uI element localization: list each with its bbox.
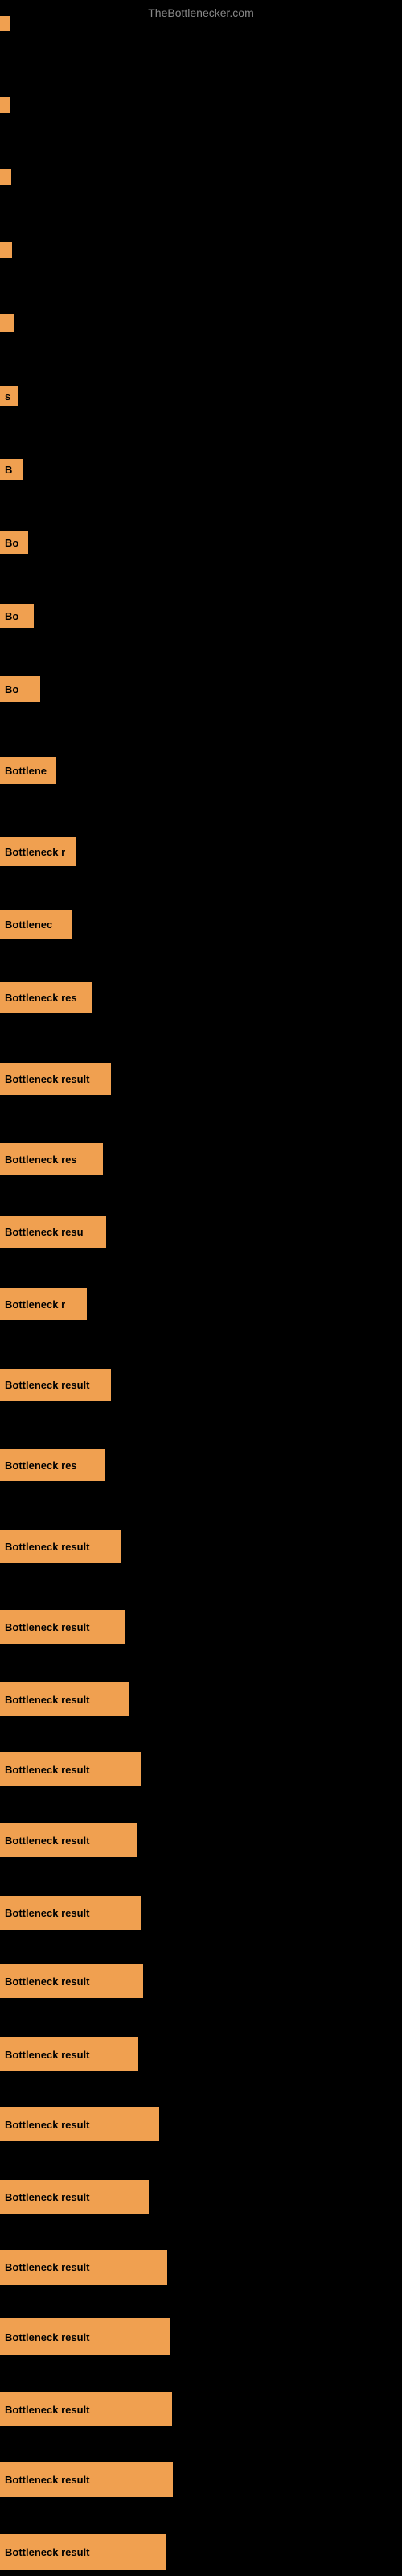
bottleneck-bar: Bottleneck result bbox=[0, 2392, 172, 2426]
bottleneck-bar: Bottleneck res bbox=[0, 1143, 103, 1175]
bottleneck-bar: Bottleneck r bbox=[0, 837, 76, 866]
bottleneck-bar: Bottleneck result bbox=[0, 2037, 138, 2071]
bottleneck-bar: B bbox=[0, 459, 23, 480]
bottleneck-bar: Bottleneck result bbox=[0, 1530, 121, 1563]
bottleneck-bar: Bo bbox=[0, 676, 40, 702]
bottleneck-bar: Bottleneck result bbox=[0, 1610, 125, 1644]
bottleneck-bar: Bottleneck result bbox=[0, 2250, 167, 2285]
bottleneck-bar: Bo bbox=[0, 531, 28, 554]
bottleneck-bar: Bo bbox=[0, 604, 34, 628]
bottleneck-bar bbox=[0, 242, 12, 258]
bottleneck-bar: Bottleneck result bbox=[0, 2462, 173, 2497]
bottleneck-bar: Bottleneck result bbox=[0, 1682, 129, 1716]
bottleneck-bar bbox=[0, 169, 11, 185]
bottleneck-bar: Bottleneck result bbox=[0, 2180, 149, 2214]
bottleneck-bar: Bottleneck result bbox=[0, 1964, 143, 1998]
bottleneck-bar: Bottleneck result bbox=[0, 1063, 111, 1095]
bottleneck-bar: Bottleneck result bbox=[0, 1896, 141, 1930]
bottleneck-bar: Bottleneck res bbox=[0, 1449, 105, 1481]
bottleneck-bar: Bottlenec bbox=[0, 910, 72, 939]
bottleneck-bar: s bbox=[0, 386, 18, 406]
bottleneck-bar: Bottleneck result bbox=[0, 1823, 137, 1857]
bottleneck-bar bbox=[0, 97, 10, 113]
bottleneck-bar bbox=[0, 16, 10, 31]
bottleneck-bar: Bottleneck resu bbox=[0, 1216, 106, 1248]
bottleneck-bar: Bottleneck res bbox=[0, 982, 92, 1013]
site-title: TheBottlenecker.com bbox=[0, 0, 402, 26]
bottleneck-bar: Bottleneck result bbox=[0, 2534, 166, 2570]
bottleneck-bar: Bottleneck result bbox=[0, 1368, 111, 1401]
bottleneck-bar bbox=[0, 314, 14, 332]
bottleneck-bar: Bottleneck result bbox=[0, 2107, 159, 2141]
bottleneck-bar: Bottleneck result bbox=[0, 2318, 170, 2355]
bottleneck-bar: Bottleneck result bbox=[0, 1752, 141, 1786]
bottleneck-bar: Bottlene bbox=[0, 757, 56, 784]
bottleneck-bar: Bottleneck r bbox=[0, 1288, 87, 1320]
